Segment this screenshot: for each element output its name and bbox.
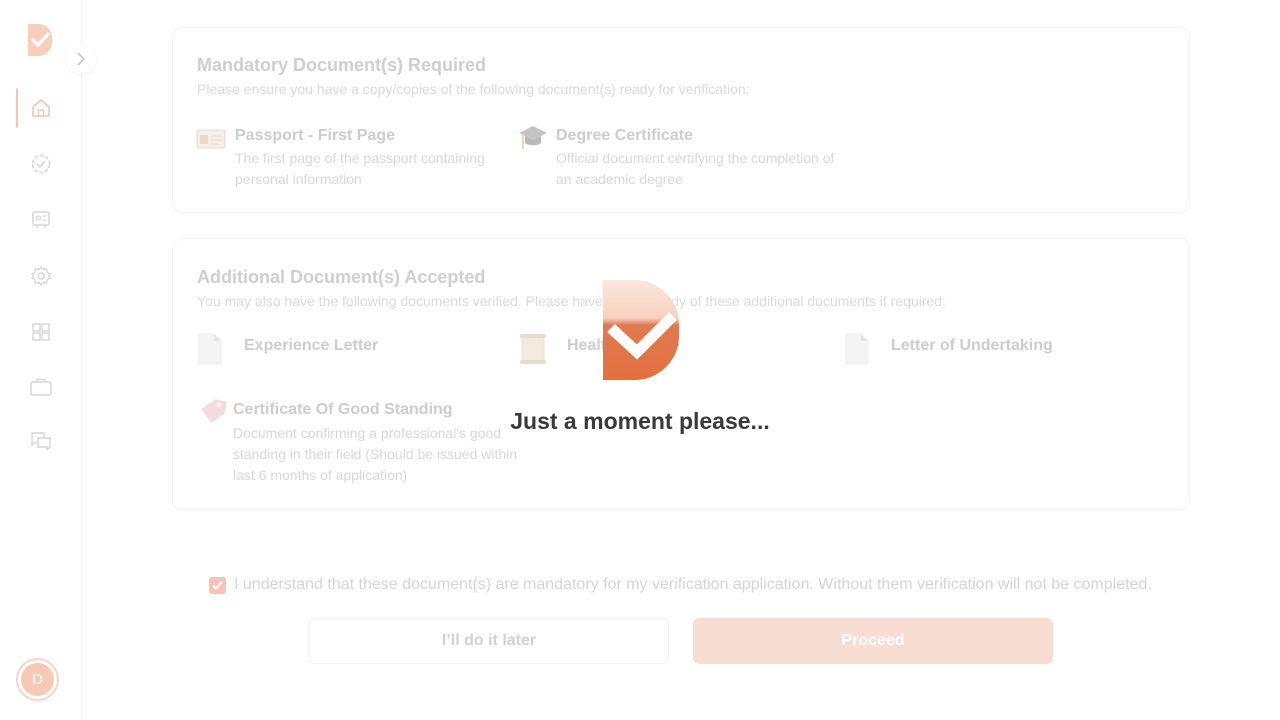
page: D Mandatory Document(s) Required Please … [0, 0, 1280, 720]
loading-message: Just a moment please... [510, 408, 770, 434]
loading-overlay: Just a moment please... [0, 0, 1280, 720]
loading-logo-icon [603, 280, 679, 380]
